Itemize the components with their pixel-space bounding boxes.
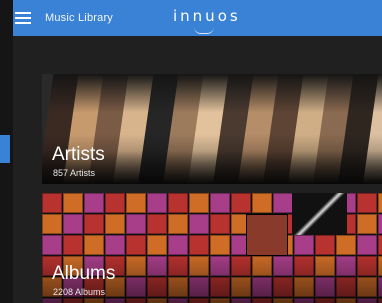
album-cover <box>126 193 146 213</box>
album-cover-featured-dark <box>292 193 347 235</box>
album-cover <box>378 214 382 234</box>
album-cover <box>189 214 209 234</box>
album-cover <box>126 235 146 255</box>
album-cover <box>189 235 209 255</box>
album-cover <box>210 235 230 255</box>
brand-logo: innuos <box>173 7 241 25</box>
album-cover <box>252 193 272 213</box>
album-cover <box>168 214 188 234</box>
app-bar: Music Library innuos <box>13 0 382 36</box>
album-cover <box>315 235 335 255</box>
album-cover-featured <box>247 215 287 255</box>
album-cover <box>147 193 167 213</box>
albums-tile-count: 2208 Albums <box>53 287 106 297</box>
album-cover <box>231 193 251 213</box>
album-cover <box>84 193 104 213</box>
page-title: Music Library <box>45 12 114 24</box>
hamburger-menu-icon[interactable] <box>15 7 37 29</box>
album-cover <box>105 214 125 234</box>
album-cover <box>210 193 230 213</box>
album-cover <box>336 235 356 255</box>
album-cover <box>294 235 314 255</box>
album-cover <box>189 193 209 213</box>
album-cover <box>168 193 188 213</box>
brand-logo-arc <box>194 27 214 34</box>
album-cover <box>105 235 125 255</box>
artists-tile-count: 857 Artists <box>53 168 96 178</box>
album-cover <box>42 214 62 234</box>
album-cover <box>168 235 188 255</box>
album-cover <box>378 193 382 213</box>
album-cover <box>357 193 377 213</box>
album-cover <box>273 193 293 213</box>
album-cover <box>63 193 83 213</box>
left-panel-selection-marker <box>0 135 10 163</box>
album-cover <box>210 214 230 234</box>
artists-tile[interactable]: Artists 857 Artists <box>42 74 382 184</box>
artists-tile-label: Artists <box>52 144 105 165</box>
album-cover <box>357 214 377 234</box>
album-cover <box>147 214 167 234</box>
album-cover <box>147 235 167 255</box>
album-cover <box>42 193 62 213</box>
album-cover <box>84 214 104 234</box>
albums-tile-label: Albums <box>52 263 116 284</box>
album-cover <box>84 235 104 255</box>
album-cover <box>42 235 62 255</box>
album-cover <box>63 214 83 234</box>
music-library-app: Music Library innuos Artists 857 Artists… <box>13 0 382 303</box>
albums-tile[interactable]: Albums 2208 Albums <box>42 193 382 303</box>
album-cover <box>357 235 377 255</box>
album-cover <box>378 235 382 255</box>
album-cover <box>63 235 83 255</box>
album-cover <box>126 214 146 234</box>
album-cover <box>105 193 125 213</box>
